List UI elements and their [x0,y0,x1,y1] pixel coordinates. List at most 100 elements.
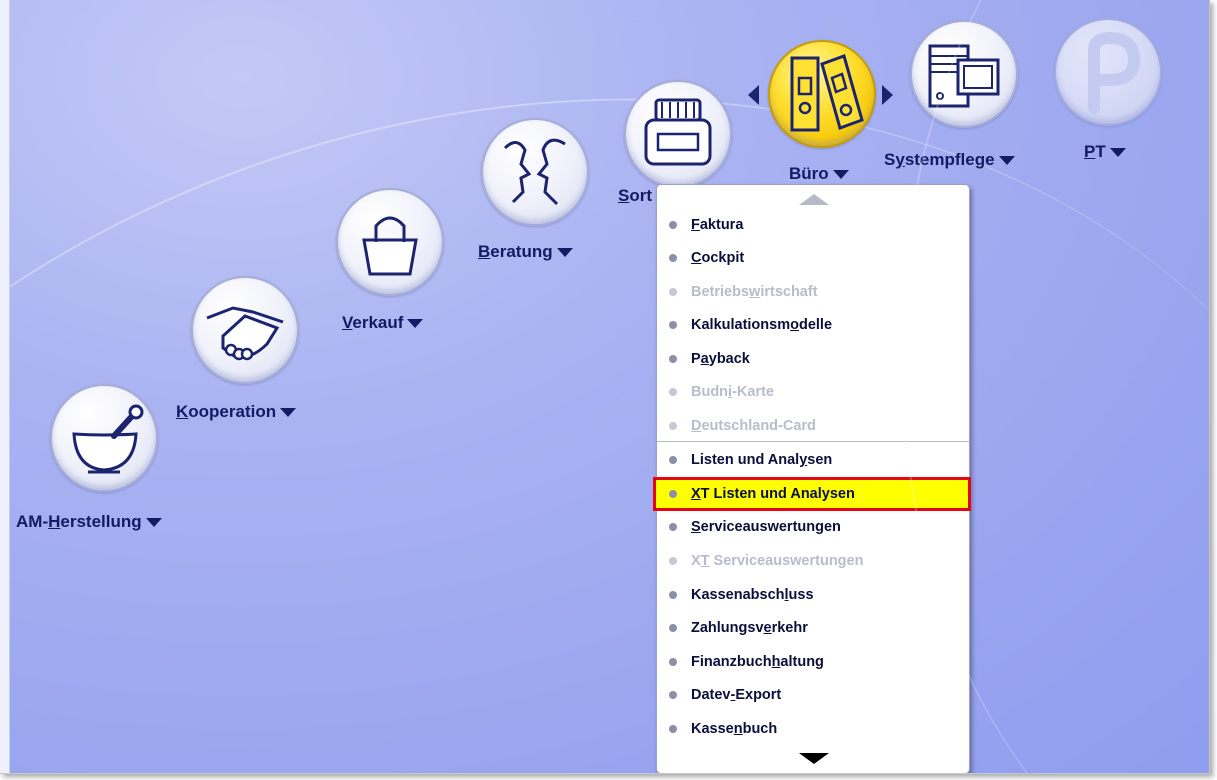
carousel-next-arrow[interactable] [882,85,893,105]
dropdown-arrow-icon [556,248,573,258]
pt-label-hotkey: P [1084,142,1096,161]
kooperation-label-hotkey: K [176,402,189,421]
menu-item-kassenabschluss[interactable]: Kassenabschluss [657,580,969,610]
bullet-icon [669,658,677,666]
menu-item-label: Deutschland-Card [691,418,816,434]
p-logo-icon [1088,31,1141,114]
left-edge [0,0,10,773]
verkauf-label-suffix: erkauf [352,313,404,332]
binders-icon [790,54,864,132]
beratung-menu[interactable]: Beratung [478,242,573,262]
scroll-up-arrow-icon[interactable] [799,194,829,205]
desktop-background: AM-Herstellung Kooperation Verkauf Berat… [0,0,1210,774]
menu-item-label: Finanzbuchhaltung [691,654,824,670]
systempflege-label-prefix: S [884,150,896,169]
menu-item-label: Cockpit [691,250,745,266]
verkauf-module-icon[interactable] [336,188,444,296]
bullet-icon [669,321,677,329]
bullet-icon [669,725,677,733]
menu-item-zahlungsverkehr[interactable]: Zahlungsverkehr [657,613,969,643]
beratung-module-icon[interactable] [481,118,589,226]
am-herstellung-menu[interactable]: AM-Herstellung [16,512,162,532]
carousel-prev-arrow[interactable] [748,85,759,105]
dropdown-arrow-icon [832,170,849,180]
beratung-label-suffix: eratung [490,242,553,261]
bullet-icon [669,691,677,699]
buero-dropdown-menu: Faktura Cockpit Betriebswirtschaft Kalku… [653,184,971,773]
menu-item-label: Zahlungsverkehr [691,620,808,636]
scroll-down-arrow-icon[interactable] [799,753,829,764]
dropdown-arrow-icon [1109,148,1126,158]
systempflege-menu[interactable]: Systempflege [884,150,1015,170]
menu-item-budni-karte: Budni-Karte [657,377,969,407]
bullet-icon [669,557,677,565]
pt-label-suffix: T [1095,142,1106,161]
dropdown-arrow-icon [998,156,1015,166]
menu-item-label: Datev-Export [691,687,782,703]
bullet-icon [669,490,677,498]
bullet-icon [669,288,677,296]
menu-item-deutschland-card: Deutschland-Card [657,411,969,441]
menu-item-label: Listen und Analysen [691,452,833,468]
menu-separator [657,441,969,442]
menu-item-kalkulationsmodelle[interactable]: Kalkulationsmodelle [657,310,969,340]
am-herstellung-module-icon[interactable] [50,384,158,492]
shopping-bag-icon [362,216,418,276]
menu-item-betriebswirtschaft: Betriebswirtschaft [657,277,969,307]
menu-item-datev-export[interactable]: Datev-Export [657,680,969,710]
dropdown-arrow-icon [280,408,297,418]
sortiment-label-suffix: ort [629,186,653,205]
jar-icon [644,98,712,166]
pt-menu[interactable]: PT [1084,142,1126,162]
menu-item-faktura[interactable]: Faktura [657,210,969,240]
bullet-icon [669,624,677,632]
menu-item-serviceauswertungen[interactable]: Serviceauswertungen [657,512,969,542]
kooperation-menu[interactable]: Kooperation [176,402,297,422]
beratung-label-hotkey: B [478,242,491,261]
verkauf-menu[interactable]: Verkauf [342,313,424,333]
menu-item-listen-und-analysen[interactable]: Listen und Analysen [657,445,969,475]
am-herstellung-label-suffix: erstellung [60,512,142,531]
sortiment-label-hotkey: S [618,186,630,205]
kooperation-module-icon[interactable] [191,276,299,384]
menu-item-label: Betriebswirtschaft [691,284,818,300]
menu-item-label: XT Listen und Analysen [691,486,855,502]
am-herstellung-label-prefix: AM- [16,512,49,531]
menu-item-label: Payback [691,351,750,367]
menu-item-payback[interactable]: Payback [657,344,969,374]
bullet-icon [669,422,677,430]
dropdown-arrow-icon [145,518,162,528]
sortiment-menu[interactable]: Sort [618,186,652,206]
kooperation-label-suffix: ooperation [188,402,277,421]
menu-item-cockpit[interactable]: Cockpit [657,243,969,273]
verkauf-label-hotkey: V [342,313,353,332]
menu-item-label: Faktura [691,217,744,233]
dropdown-arrow-icon [407,319,424,329]
pt-module-icon[interactable] [1054,18,1162,126]
menu-item-label: Budni-Karte [691,384,774,400]
menu-item-label: Kassenbuch [691,721,778,737]
menu-item-finanzbuchhaltung[interactable]: Finanzbuchhaltung [657,647,969,677]
mortar-icon [72,404,144,474]
menu-item-kassenbuch[interactable]: Kassenbuch [657,714,969,744]
bullet-icon [669,523,677,531]
bullet-icon [669,355,677,363]
buero-menu[interactable]: Büro [789,164,849,184]
bullet-icon [669,591,677,599]
faces-icon [503,138,566,206]
bullet-icon [669,388,677,396]
systempflege-label-suffix: stempflege [904,150,995,169]
systempflege-label-hotkey: y [895,150,905,169]
computer-icon [928,44,1000,108]
sortiment-module-icon[interactable] [624,80,732,188]
menu-item-xt-listen-und-analysen[interactable]: XT Listen und Analysen [653,477,971,511]
menu-item-label: Kalkulationsmodelle [691,317,833,333]
menu-item-label: Serviceauswertungen [691,519,841,535]
buero-module-icon[interactable] [768,40,876,148]
am-herstellung-label-hotkey: H [48,512,61,531]
bullet-icon [669,456,677,464]
handshake-icon [206,306,284,361]
menu-item-label: Kassenabschluss [691,587,814,603]
menu-item-xt-serviceauswertungen: XT Serviceauswertungen [657,546,969,576]
systempflege-module-icon[interactable] [910,20,1018,128]
